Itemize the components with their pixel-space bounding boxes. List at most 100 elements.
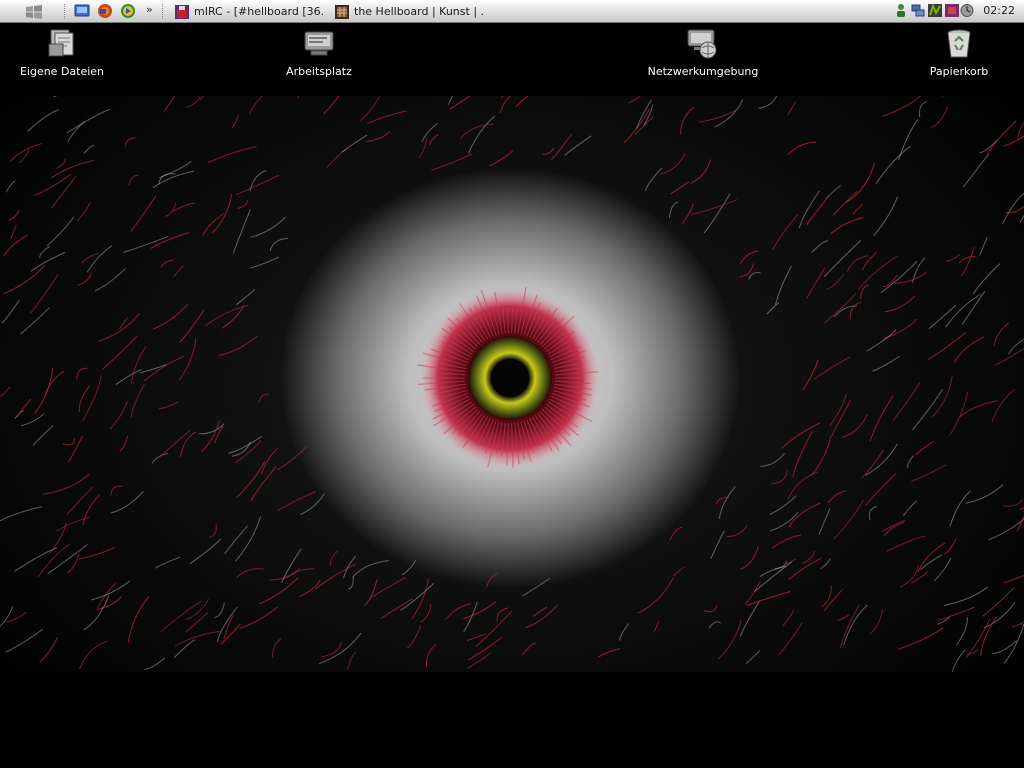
wallpaper-strand <box>475 610 513 648</box>
wallpaper-strand <box>66 108 110 134</box>
wallpaper-strand <box>83 144 95 154</box>
wallpaper-strand <box>81 252 99 264</box>
wallpaper-strand <box>899 565 919 588</box>
wallpaper-strand <box>953 336 985 364</box>
wallpaper-strand <box>961 290 986 325</box>
wallpaper-strand <box>352 560 389 578</box>
wallpaper-strand <box>189 538 221 565</box>
wallpaper-strand <box>965 618 991 659</box>
wallpaper-strand <box>140 364 167 374</box>
wallpaper-strand <box>865 472 897 506</box>
start-button[interactable] <box>20 3 48 20</box>
wallpaper-strand <box>788 557 822 581</box>
wallpaper-strand <box>199 96 205 101</box>
show-desktop-icon[interactable] <box>74 3 90 19</box>
wallpaper-strand <box>199 423 225 435</box>
wallpaper-strand <box>485 572 498 588</box>
wallpaper-strand <box>259 577 299 605</box>
taskbar-clock[interactable]: 02:22 <box>983 4 1015 17</box>
wallpaper-strand <box>1003 624 1024 664</box>
wallpaper-strand <box>235 461 266 499</box>
user-status-icon[interactable] <box>894 3 908 18</box>
wallpaper-strand <box>993 322 1009 346</box>
wallpaper-strand <box>367 110 407 124</box>
wallpaper-strand <box>400 582 435 611</box>
wallpaper-strand <box>180 431 196 457</box>
wallpaper-strand <box>788 502 821 528</box>
wallpaper-strand <box>690 199 738 215</box>
wallpaper-strand <box>276 446 307 471</box>
wallpaper-strand <box>144 355 184 382</box>
wallpaper-strand <box>983 601 1016 629</box>
desktop-icon-network[interactable]: Netzwerkumgebung <box>648 26 758 78</box>
wallpaper-strand <box>39 636 59 663</box>
wallpaper-strand <box>179 309 205 343</box>
task-button-mirc[interactable]: mIRC - [#hellboard [36... <box>174 2 324 21</box>
wallpaper-strand <box>346 651 357 671</box>
wallpaper-strand <box>123 235 169 253</box>
clock-app-icon[interactable] <box>960 3 974 18</box>
wallpaper-strand <box>98 312 141 342</box>
wallpaper-strand <box>51 176 77 209</box>
wallpaper-strand <box>979 139 998 154</box>
wallpaper-strand <box>515 96 529 108</box>
wallpaper-strand <box>68 435 83 463</box>
wallpaper-strand <box>380 598 413 619</box>
wallpaper-strand <box>918 101 928 118</box>
wallpaper-strand <box>94 268 127 292</box>
network-icon[interactable] <box>911 3 925 18</box>
wallpaper-strand <box>931 375 953 418</box>
wallpaper-strand <box>115 369 142 386</box>
browser-page-icon <box>335 4 349 19</box>
wallpaper-strand <box>5 628 43 653</box>
wallpaper-strand <box>124 137 136 148</box>
firefox-icon[interactable] <box>97 3 113 19</box>
nvidia-icon[interactable] <box>928 3 942 18</box>
desktop-icon-label: Papierkorb <box>929 65 989 78</box>
wallpaper-strand <box>739 250 758 264</box>
wallpaper-strand <box>172 202 196 212</box>
wallpaper-strand <box>958 256 977 264</box>
wallpaper-strand <box>852 203 864 215</box>
wallpaper-strand <box>872 355 900 372</box>
wallpaper-strand <box>154 556 181 569</box>
desktop-icon-label: Eigene Dateien <box>19 65 105 78</box>
wallpaper-strand <box>758 96 778 109</box>
wallpaper-strand <box>127 596 150 643</box>
desktop-icon-my-documents[interactable]: Eigene Dateien <box>7 26 117 78</box>
desktop-icon-my-computer[interactable]: Arbeitsplatz <box>264 26 374 78</box>
wallpaper-strand <box>1005 205 1024 214</box>
wallpaper-strand <box>802 359 819 391</box>
wallpaper-strand <box>942 96 944 97</box>
wallpaper-strand <box>425 644 437 668</box>
wallpaper-strand <box>234 440 262 464</box>
wallpaper-strand <box>868 506 877 521</box>
wallpaper-strand <box>837 614 850 622</box>
wallpaper-strand <box>18 149 30 163</box>
wallpaper-strand <box>739 601 760 637</box>
wallpaper-strand <box>20 307 50 335</box>
wallpaper-strand <box>660 153 686 175</box>
wallpaper-strand <box>759 565 786 577</box>
wallpaper-strand <box>769 495 797 516</box>
volume-icon[interactable] <box>945 3 959 18</box>
wallpaper-strand <box>806 197 828 226</box>
wallpaper-strand <box>772 213 799 250</box>
wallpaper-strand <box>159 429 191 458</box>
wallpaper-strand <box>963 153 990 188</box>
media-player-icon[interactable] <box>120 3 136 19</box>
wallpaper-strand <box>823 292 857 325</box>
wallpaper-strand <box>51 159 94 179</box>
toolbar-separator <box>162 4 165 19</box>
wallpaper-strand <box>185 611 209 633</box>
quicklaunch-overflow-chevron[interactable]: » <box>146 3 153 16</box>
wallpaper-strand <box>250 216 286 238</box>
desktop-icon-recycle-bin[interactable]: Papierkorb <box>904 26 1014 78</box>
wallpaper-strand <box>216 606 238 642</box>
wallpaper-strand <box>269 237 289 251</box>
wallpaper-strand <box>760 453 785 467</box>
wallpaper-strand <box>861 449 885 479</box>
wallpaper-strand <box>830 217 864 235</box>
wallpaper-strand <box>986 120 1017 155</box>
task-button-browser[interactable]: the Hellboard | Kunst | ... <box>334 2 484 21</box>
